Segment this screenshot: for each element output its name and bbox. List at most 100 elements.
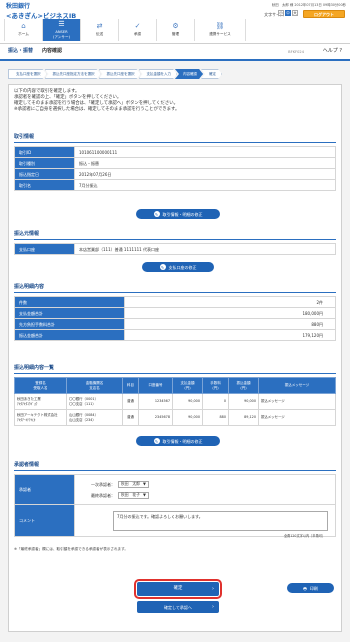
- transfer-message: 振込メッセージ: [258, 409, 336, 426]
- print-button[interactable]: 🖶 印刷: [287, 583, 334, 593]
- table-row: 秋田あきた工業 ｱｷﾀｱｷﾀｺｳｷﾞｮｳ 〇〇銀行（0001） 〇〇支店（111…: [14, 393, 336, 410]
- confirm-button[interactable]: 確定 ›: [134, 579, 222, 599]
- table-row: 取引名 7月分振込: [14, 179, 336, 191]
- user-info: 秋田 太郎 様 2012年07月13日 09時30分00秒: [272, 3, 346, 7]
- step-enter-amount: 支払金額を入力: [139, 69, 178, 79]
- step-select-account: 支払口座を選択: [8, 69, 47, 79]
- chevron-down-icon: ▼: [142, 480, 146, 486]
- link-icon: ⛓: [215, 22, 225, 31]
- row-value: 101061100000111: [74, 146, 336, 158]
- logout-button[interactable]: ログアウト: [303, 10, 345, 18]
- comment-textarea[interactable]: 7月分の振込です。確認よろしくお願いします。: [113, 511, 328, 531]
- printer-icon: 🖶: [303, 585, 307, 591]
- row-value: 2件: [124, 296, 336, 308]
- nav-home-label: ホーム: [18, 32, 29, 37]
- table-row: 取引ID 101061100000111: [14, 146, 336, 158]
- first-approver-label: 一次承認者：: [91, 481, 115, 487]
- edit-source-account-button[interactable]: ✎ 支払口座の修正: [142, 262, 214, 272]
- row-label: 振込指定日: [14, 168, 75, 180]
- comment-limit: 全角120文字以内［半角可］: [284, 534, 326, 538]
- payee-name: 秋田あきた工業 ｱｷﾀｱｷﾀｺｳｷﾞｮｳ: [14, 393, 67, 410]
- final-approver-label: 最終承認者：: [91, 492, 115, 498]
- screen-id: BFKF024: [288, 50, 304, 54]
- transfer-message: 振込メッセージ: [258, 393, 336, 410]
- nav-manage-label: 管理: [171, 32, 180, 37]
- confirm-and-approve-button[interactable]: 確定して承認へ ›: [137, 601, 219, 613]
- col-header: 振込メッセージ: [258, 377, 336, 394]
- row-label: 取引種別: [14, 157, 75, 169]
- final-approver-select[interactable]: 秋田 花子 ▼: [118, 491, 149, 499]
- col-header: 手数料 (円): [202, 377, 229, 394]
- manage-icon: ⚙: [172, 22, 179, 31]
- step-select-payee: 振込先口座を選択: [99, 69, 141, 79]
- step-confirm-content: 内容確認: [175, 69, 203, 79]
- nav-approve[interactable]: ✓ 承認: [118, 19, 156, 41]
- table-row: 支払金額合計 180,000円: [14, 307, 336, 319]
- pencil-icon: ✎: [159, 264, 166, 270]
- step-indicator: 支払口座を選択 振込先口座指定方法を選択 振込先口座を選択 支払金額を入力 内容…: [8, 69, 220, 79]
- user-name: 秋田 太郎 様: [271, 3, 294, 7]
- first-approver-value: 秋田 太郎: [121, 480, 140, 486]
- nav-linked-services[interactable]: ⛓ 連携サービス: [194, 19, 246, 41]
- help-link[interactable]: ヘルプ ?: [323, 48, 342, 54]
- col-header: 科目: [122, 377, 139, 394]
- nav-transfer[interactable]: ⇄ 伝送: [80, 19, 118, 41]
- col-header: 登録名 受取人名: [14, 377, 67, 394]
- edit-source-account-label: 支払口座の修正: [168, 264, 197, 270]
- row-label: 取引ID: [14, 146, 75, 158]
- account-number: 1234567: [138, 393, 173, 410]
- nav-transfer-label: 伝送: [95, 32, 104, 37]
- row-label: 承認者: [14, 474, 75, 505]
- page-title: 内容確認: [42, 48, 63, 54]
- nav-approve-label: 承認: [133, 32, 142, 37]
- payment-amount: 90,000: [172, 393, 203, 410]
- global-nav: ⌂ ホーム ☰ ANSER (アンサー) ⇄ 伝送 ✓ 承認 ⚙ 管理 ⛓ 連携…: [4, 19, 246, 41]
- help-label: ヘルプ: [322, 48, 338, 54]
- nav-linked-label: 連携サービス: [209, 32, 231, 37]
- table-row: 振込金額合計 179,120円: [14, 329, 336, 341]
- account-type: 普通: [122, 393, 139, 410]
- col-header: 口座番号: [138, 377, 173, 394]
- chevron-right-icon: ›: [212, 603, 214, 610]
- global-header: 秋田銀行 <あきぎん>ビジネスIB 秋田 太郎 様 2012年07月13日 09…: [0, 0, 350, 44]
- font-size-switcher: 小 中 大: [278, 10, 298, 16]
- intro-line-4: ※承認者にご自身を選択した場合は、確定してそのまま承認を行うことができます。: [14, 106, 180, 112]
- transaction-info-table: 取引ID 101061100000111 取引種別 振込・振替 振込指定日 2012年…: [14, 146, 336, 191]
- transfer-icon: ⇄: [96, 22, 103, 31]
- anser-icon: ☰: [58, 20, 65, 29]
- title-bar: 振込・振替 内容確認 BFKF024 ヘルプ ?: [0, 44, 350, 61]
- details-summary-table: 件数 2件 支払金額合計 180,000円 先方負担手数料合計 880円 振込金額合計…: [14, 296, 336, 341]
- font-size-small[interactable]: 小: [278, 10, 284, 16]
- table-row: 件数 2件: [14, 296, 336, 308]
- table-row: 振込指定日 2012年07月26日: [14, 168, 336, 180]
- font-size-medium[interactable]: 中: [285, 10, 291, 16]
- row-value: 本店営業部（111）普通 1111111 代表口座: [74, 243, 336, 255]
- payee-name: 秋田アーキテクト株式会社 ｱｷﾀｱｰｷﾃｸﾄ(ｶ: [14, 409, 67, 426]
- approver-selects: 一次承認者： 秋田 太郎 ▼ 最終承認者： 秋田 花子 ▼: [74, 474, 336, 505]
- nav-home[interactable]: ⌂ ホーム: [4, 19, 42, 41]
- row-label: 取引名: [14, 179, 75, 191]
- account-type: 普通: [122, 409, 139, 426]
- step-select-method: 振込先口座指定方法を選択: [45, 69, 101, 79]
- edit-details-label: 取引情報・明細の修正: [162, 438, 203, 444]
- detail-list-table: 登録名 受取人名 金融機関名 支店名 科目 口座番号 支払金額 (円) 手数料 …: [14, 377, 336, 426]
- row-label: コメント: [14, 504, 75, 537]
- section-source-account: 振込元情報: [14, 231, 336, 241]
- font-size-large[interactable]: 大: [292, 10, 298, 16]
- nav-manage[interactable]: ⚙ 管理: [156, 19, 194, 41]
- bank-logo[interactable]: 秋田銀行 <あきぎん>ビジネスIB: [6, 3, 76, 20]
- table-row: 取引種別 振込・振替: [14, 157, 336, 169]
- row-value: 880円: [124, 318, 336, 330]
- col-header: 振込金額 (円): [228, 377, 259, 394]
- nav-anser[interactable]: ☰ ANSER (アンサー): [42, 19, 80, 41]
- edit-transaction-button[interactable]: ✎ 取引情報・明細の修正: [136, 209, 220, 219]
- edit-details-button[interactable]: ✎ 取引情報・明細の修正: [136, 436, 220, 446]
- col-header: 支払金額 (円): [172, 377, 203, 394]
- row-label: 支払口座: [14, 243, 75, 255]
- step-complete: 確定: [201, 69, 222, 79]
- nav-anser-label: ANSER (アンサー): [52, 30, 71, 39]
- home-icon: ⌂: [21, 22, 26, 31]
- first-approver-select[interactable]: 秋田 太郎 ▼: [118, 480, 149, 488]
- chevron-down-icon: ▼: [142, 491, 146, 497]
- pencil-icon: ✎: [153, 438, 160, 444]
